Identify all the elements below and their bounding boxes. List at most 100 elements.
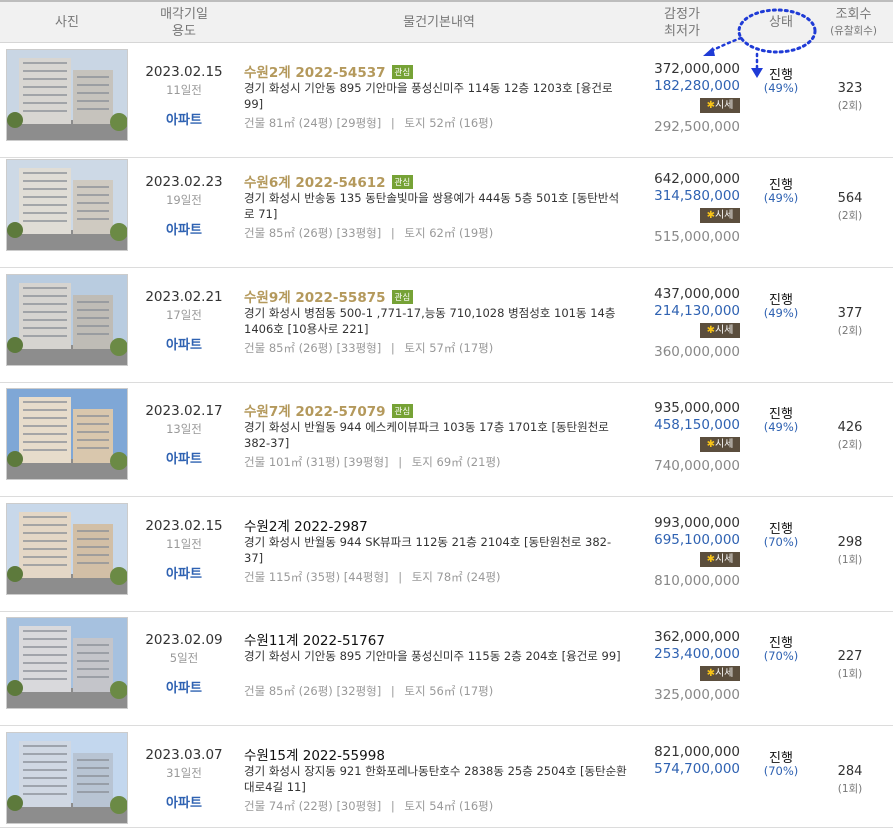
sise-star-icon: ✱	[706, 325, 715, 336]
area-separator: |	[398, 570, 403, 584]
building-area: 건물 101㎡ (31평) [39평형]	[244, 455, 389, 469]
minimum-price: 182,280,000	[654, 78, 740, 94]
building-area: 건물 85㎡ (26평) [33평형]	[244, 226, 382, 240]
view-count: 298	[837, 535, 863, 550]
case-number-link[interactable]: 수원2계 2022-54537	[244, 65, 386, 81]
area-info: 건물 101㎡ (31평) [39평형] | 토지 69㎡ (21평)	[244, 454, 501, 470]
apartment-photo-icon	[7, 733, 127, 823]
area-info: 건물 115㎡ (35평) [44평형] | 토지 78㎡ (24평)	[244, 569, 501, 585]
sise-label: 시세	[714, 668, 734, 679]
appraisal-price: 935,000,000	[654, 400, 740, 416]
fail-count: (1회)	[837, 783, 863, 795]
market-price: 515,000,000	[654, 229, 740, 245]
days-remaining: 13일전	[166, 422, 202, 436]
apartment-photo-icon	[7, 389, 127, 479]
building-area: 건물 85㎡ (26평) [32평형]	[244, 684, 382, 698]
apartment-photo-icon	[7, 504, 127, 594]
market-price: 740,000,000	[654, 458, 740, 474]
property-address: 경기 화성시 반월동 944 SK뷰파크 112동 21층 2104호 [동탄원…	[244, 535, 612, 565]
sise-label: 시세	[714, 439, 734, 450]
sise-label: 시세	[714, 210, 734, 221]
case-number-link[interactable]: 수원2계 2022-2987	[244, 519, 368, 535]
case-number-wrap: 수원9계 2022-55875 관심	[244, 286, 414, 306]
usage-link[interactable]: 아파트	[134, 109, 234, 128]
market-price-button[interactable]: ✱시세	[700, 98, 740, 113]
property-photo[interactable]	[6, 503, 128, 595]
land-area: 토지 78㎡ (24평)	[411, 570, 501, 584]
sise-label: 시세	[714, 100, 734, 111]
area-info: 건물 85㎡ (26평) [32평형] | 토지 56㎡ (17평)	[244, 683, 493, 699]
view-count: 377	[837, 306, 863, 321]
property-photo[interactable]	[6, 617, 128, 709]
usage-link[interactable]: 아파트	[134, 563, 234, 582]
apartment-photo-icon	[7, 275, 127, 365]
market-price-button[interactable]: ✱시세	[700, 437, 740, 452]
appraisal-price: 993,000,000	[654, 515, 740, 531]
header-views-line2: (유찰회수)	[830, 25, 877, 37]
auction-date: 2023.02.21	[145, 289, 223, 305]
interest-badge: 관심	[391, 175, 414, 189]
fail-count: (2회)	[837, 439, 863, 451]
minimum-price: 253,400,000	[654, 646, 740, 662]
market-price-button[interactable]: ✱시세	[700, 552, 740, 567]
usage-link[interactable]: 아파트	[134, 448, 234, 467]
header-date: 매각기일 용도	[134, 2, 234, 43]
area-separator: |	[390, 684, 395, 698]
interest-badge: 관심	[391, 290, 414, 304]
property-photo[interactable]	[6, 49, 128, 141]
property-address: 경기 화성시 기안동 895 기안마을 풍성신미주 114동 12층 1203호…	[244, 81, 613, 111]
auction-date: 2023.02.09	[145, 632, 223, 648]
area-separator: |	[390, 799, 395, 813]
property-photo[interactable]	[6, 159, 128, 251]
usage-link[interactable]: 아파트	[134, 677, 234, 696]
apartment-photo-icon	[7, 618, 127, 708]
header-date-line1: 매각기일	[160, 7, 208, 22]
case-number-link[interactable]: 수원11계 2022-51767	[244, 633, 385, 649]
listing-row: 2023.02.15 11일전 아파트 수원2계 2022-54537 관심 경기…	[0, 43, 893, 158]
property-photo[interactable]	[6, 732, 128, 824]
case-number-link[interactable]: 수원6계 2022-54612	[244, 175, 386, 191]
header-status: 상태	[769, 15, 793, 30]
interest-badge: 관심	[391, 404, 414, 418]
area-separator: |	[390, 341, 395, 355]
interest-badge: 관심	[391, 65, 414, 79]
sise-star-icon: ✱	[706, 554, 715, 565]
status-percent: (49%)	[763, 191, 799, 205]
view-count: 323	[837, 81, 863, 96]
listing-row: 2023.02.15 11일전 아파트 수원2계 2022-2987 경기 화성…	[0, 497, 893, 612]
header-price: 감정가 최저가	[644, 2, 720, 43]
case-number-wrap: 수원11계 2022-51767	[244, 629, 385, 649]
header-price-line2: 최저가	[664, 24, 700, 39]
fail-count: (2회)	[837, 210, 863, 222]
property-address: 경기 화성시 병점동 500-1 ,771-17,능동 710,1028 병점성…	[244, 306, 616, 336]
usage-link[interactable]: 아파트	[134, 219, 234, 238]
market-price-button[interactable]: ✱시세	[700, 666, 740, 681]
market-price: 810,000,000	[654, 573, 740, 589]
table-header: 사진 매각기일 용도 물건기본내역 감정가 최저가 상태 조회수 (유찰회수)	[0, 0, 893, 43]
usage-link[interactable]: 아파트	[134, 792, 234, 811]
usage-link[interactable]: 아파트	[134, 334, 234, 353]
listing-row: 2023.02.23 19일전 아파트 수원6계 2022-54612 관심 경기…	[0, 153, 893, 268]
property-photo[interactable]	[6, 274, 128, 366]
case-number-link[interactable]: 수원7계 2022-57079	[244, 404, 386, 420]
market-price: 292,500,000	[654, 119, 740, 135]
case-number-link[interactable]: 수원9계 2022-55875	[244, 290, 386, 306]
status-percent: (70%)	[763, 649, 799, 663]
listing-row: 2023.02.09 5일전 아파트 수원11계 2022-51767 경기 화…	[0, 611, 893, 726]
property-photo[interactable]	[6, 388, 128, 480]
header-date-line2: 용도	[172, 24, 196, 39]
auction-date: 2023.02.17	[145, 403, 223, 419]
market-price: 360,000,000	[654, 344, 740, 360]
market-price-button[interactable]: ✱시세	[700, 323, 740, 338]
days-remaining: 31일전	[166, 766, 202, 780]
market-price-button[interactable]: ✱시세	[700, 208, 740, 223]
land-area: 토지 56㎡ (17평)	[404, 684, 494, 698]
building-area: 건물 74㎡ (22평) [30평형]	[244, 799, 382, 813]
appraisal-price: 372,000,000	[654, 61, 740, 77]
case-number-wrap: 수원6계 2022-54612 관심	[244, 171, 414, 191]
appraisal-price: 437,000,000	[654, 286, 740, 302]
apartment-photo-icon	[7, 160, 127, 250]
case-number-link[interactable]: 수원15계 2022-55998	[244, 748, 385, 764]
view-count: 426	[837, 420, 863, 435]
auction-date: 2023.02.23	[145, 174, 223, 190]
